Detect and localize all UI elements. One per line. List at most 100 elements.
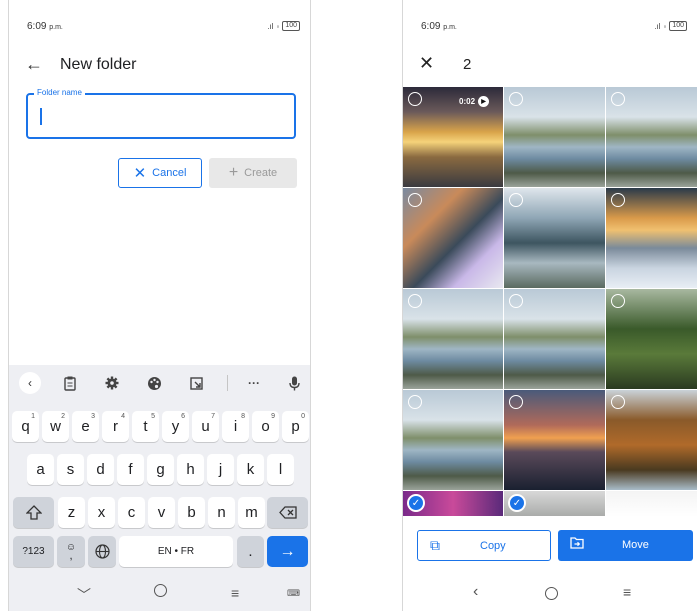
key-v[interactable]: v bbox=[148, 497, 175, 528]
key-l[interactable]: l bbox=[267, 454, 294, 485]
home-circle-icon[interactable] bbox=[154, 584, 167, 597]
keyboard-toolbar: ‹ ··· bbox=[9, 365, 310, 401]
selected-check-icon[interactable]: ✓ bbox=[407, 494, 425, 512]
select-circle[interactable] bbox=[611, 395, 625, 409]
clipboard-icon[interactable] bbox=[59, 373, 81, 393]
photo-tile[interactable] bbox=[504, 188, 605, 288]
key-y[interactable]: y6 bbox=[162, 411, 189, 442]
select-circle[interactable] bbox=[408, 193, 422, 207]
close-icon[interactable]: ✕ bbox=[419, 53, 434, 74]
home-icon[interactable] bbox=[545, 587, 558, 600]
move-button[interactable]: Move bbox=[558, 530, 693, 561]
select-circle[interactable] bbox=[611, 294, 625, 308]
select-circle[interactable] bbox=[611, 92, 625, 106]
key-label: d bbox=[96, 461, 105, 478]
photo-tile[interactable] bbox=[403, 390, 503, 490]
backspace-key[interactable] bbox=[267, 497, 308, 528]
folder-name-field[interactable]: Folder name bbox=[26, 88, 296, 139]
key-f[interactable]: f bbox=[117, 454, 144, 485]
key-label: i bbox=[233, 418, 238, 435]
comma-label: , bbox=[69, 549, 73, 562]
mic-icon[interactable] bbox=[283, 373, 305, 393]
palette-icon[interactable] bbox=[143, 373, 165, 393]
keyboard-icon[interactable]: ⌨ bbox=[287, 588, 300, 599]
selected-count: 2 bbox=[463, 56, 472, 73]
space-key[interactable]: EN • FR bbox=[119, 536, 233, 567]
key-label: p bbox=[291, 418, 300, 435]
key-a[interactable]: a bbox=[27, 454, 54, 485]
photo-tile[interactable]: ✓ bbox=[504, 491, 605, 517]
key-n[interactable]: n bbox=[208, 497, 235, 528]
select-circle[interactable] bbox=[509, 193, 523, 207]
key-label: g bbox=[156, 461, 165, 478]
key-d[interactable]: d bbox=[87, 454, 114, 485]
select-circle[interactable] bbox=[408, 92, 422, 106]
period-key[interactable]: . bbox=[237, 536, 264, 567]
create-button[interactable]: + Create bbox=[209, 158, 297, 188]
symbols-key[interactable]: ?123 bbox=[13, 536, 54, 567]
close-icon: ✕ bbox=[133, 165, 147, 182]
photo-tile[interactable] bbox=[606, 289, 697, 389]
photo-tile[interactable] bbox=[403, 188, 503, 288]
select-circle[interactable] bbox=[509, 395, 523, 409]
photo-tile[interactable] bbox=[606, 87, 697, 187]
key-e[interactable]: e3 bbox=[72, 411, 99, 442]
signal-icon: .ıl bbox=[267, 21, 274, 31]
back-icon[interactable]: ‹ bbox=[473, 583, 478, 601]
photo-tile[interactable] bbox=[504, 390, 605, 490]
back-chevron-icon[interactable]: ‹ bbox=[19, 372, 41, 394]
key-u[interactable]: u7 bbox=[192, 411, 219, 442]
photo-tile[interactable] bbox=[606, 188, 697, 288]
select-circle[interactable] bbox=[509, 294, 523, 308]
more-icon[interactable]: ··· bbox=[243, 373, 265, 393]
key-b[interactable]: b bbox=[178, 497, 205, 528]
resize-icon[interactable] bbox=[185, 373, 207, 393]
globe-key[interactable] bbox=[88, 536, 116, 567]
photo-tile[interactable]: 0:02 ▶ bbox=[403, 87, 503, 187]
key-label: n bbox=[217, 504, 226, 521]
key-h[interactable]: h bbox=[177, 454, 204, 485]
key-g[interactable]: g bbox=[147, 454, 174, 485]
navigation-bar: ﹀ ≡ ⌨ bbox=[9, 581, 310, 611]
copy-button[interactable]: ⧉ Copy bbox=[417, 530, 551, 561]
key-w[interactable]: w2 bbox=[42, 411, 69, 442]
cancel-button[interactable]: ✕ Cancel bbox=[118, 158, 202, 188]
select-circle[interactable] bbox=[509, 92, 523, 106]
battery-icon: 100 bbox=[282, 21, 300, 31]
page-title: New folder bbox=[60, 56, 137, 73]
photo-tile[interactable] bbox=[504, 289, 605, 389]
photo-tile[interactable] bbox=[504, 87, 605, 187]
select-circle[interactable] bbox=[611, 193, 625, 207]
key-q[interactable]: q1 bbox=[12, 411, 39, 442]
photo-tile[interactable] bbox=[606, 491, 697, 517]
enter-key[interactable]: → bbox=[267, 536, 308, 567]
key-o[interactable]: o9 bbox=[252, 411, 279, 442]
chevron-down-icon[interactable]: ﹀ bbox=[77, 585, 91, 605]
key-r[interactable]: r4 bbox=[102, 411, 129, 442]
selected-check-icon[interactable]: ✓ bbox=[508, 494, 526, 512]
key-x[interactable]: x bbox=[88, 497, 115, 528]
key-label: o bbox=[261, 418, 270, 435]
select-circle[interactable] bbox=[408, 294, 422, 308]
back-arrow-icon[interactable]: ← bbox=[25, 54, 43, 75]
settings-icon[interactable] bbox=[101, 373, 123, 393]
menu-icon[interactable]: ≡ bbox=[231, 585, 239, 601]
photo-picker-screen: 6:09 p.m. .ıl ◦ 100 ✕ 2 0:02 ▶ ✓ ✓ ⧉ Copy M… bbox=[402, 0, 697, 611]
recents-icon[interactable]: ≡ bbox=[623, 584, 631, 600]
key-z[interactable]: z bbox=[58, 497, 85, 528]
photo-tile[interactable]: ✓ bbox=[403, 491, 503, 517]
key-c[interactable]: c bbox=[118, 497, 145, 528]
key-j[interactable]: j bbox=[207, 454, 234, 485]
key-label: m bbox=[245, 504, 258, 521]
key-s[interactable]: s bbox=[57, 454, 84, 485]
key-i[interactable]: i8 bbox=[222, 411, 249, 442]
photo-tile[interactable] bbox=[403, 289, 503, 389]
key-t[interactable]: t5 bbox=[132, 411, 159, 442]
key-p[interactable]: p0 bbox=[282, 411, 309, 442]
key-m[interactable]: m bbox=[238, 497, 265, 528]
emoji-comma-key[interactable]: ☺ , bbox=[57, 536, 85, 567]
shift-key[interactable] bbox=[13, 497, 54, 528]
key-k[interactable]: k bbox=[237, 454, 264, 485]
select-circle[interactable] bbox=[408, 395, 422, 409]
photo-tile[interactable] bbox=[606, 390, 697, 490]
